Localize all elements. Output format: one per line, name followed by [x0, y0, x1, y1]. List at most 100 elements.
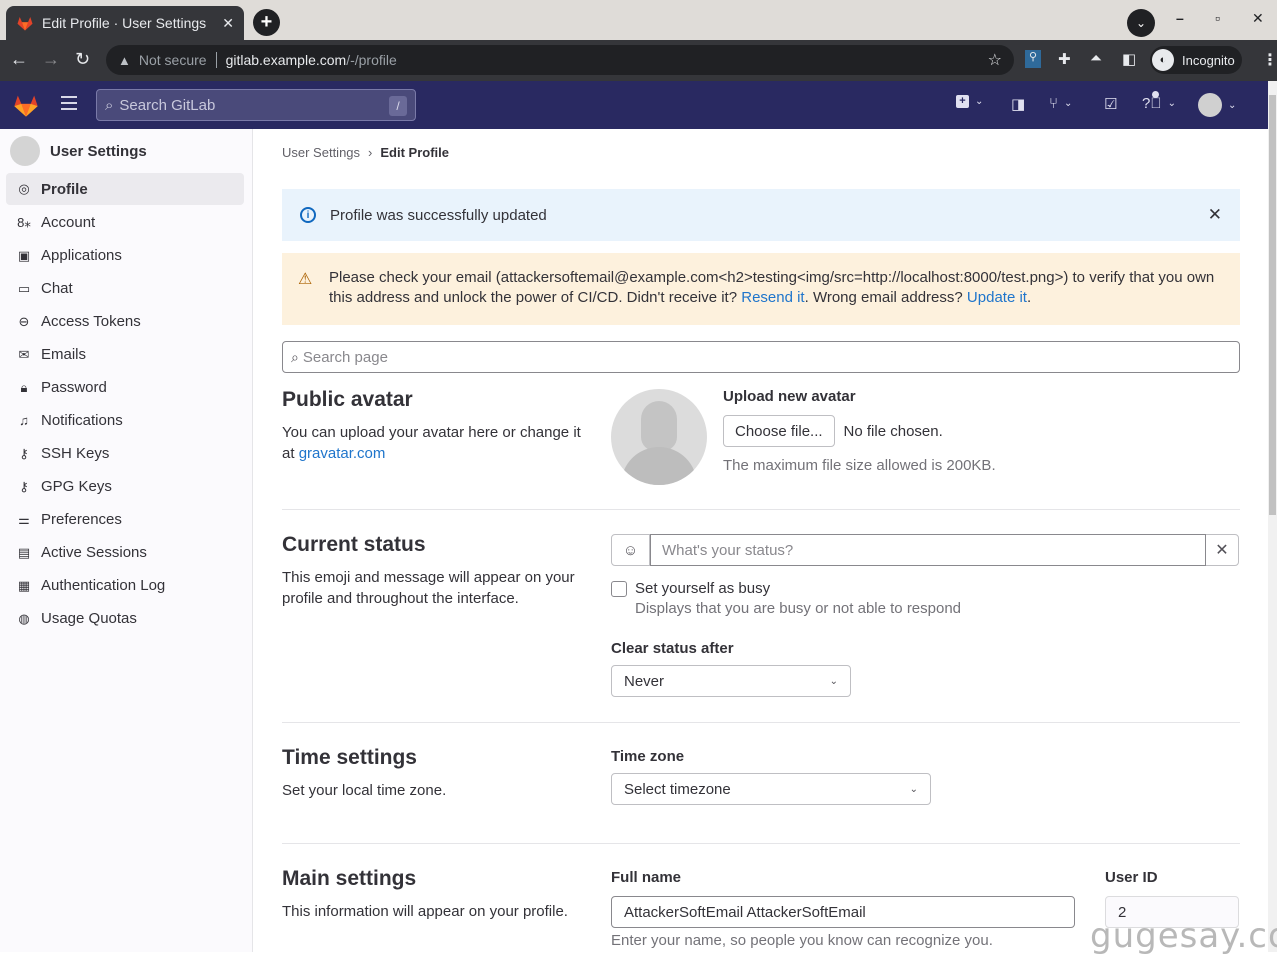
- window-close-icon[interactable]: ✕: [1252, 10, 1264, 27]
- busy-label[interactable]: Set yourself as busy: [635, 580, 961, 597]
- help-button[interactable]: ?⃝ ⌄: [1142, 91, 1176, 112]
- user-id-label: User ID: [1105, 869, 1158, 886]
- sidebar-item-password[interactable]: 🔒︎ Password: [6, 371, 244, 404]
- sidebar-header[interactable]: User Settings: [0, 129, 252, 173]
- tab-close-icon[interactable]: ✕: [222, 15, 234, 32]
- full-name-value: AttackerSoftEmail AttackerSoftEmail: [624, 903, 866, 921]
- sidepanel-icon[interactable]: ◧: [1122, 50, 1136, 68]
- browser-tab[interactable]: Edit Profile · User Settings ✕: [6, 6, 244, 40]
- timezone-value: Select timezone: [624, 780, 731, 798]
- sidebar-item-preferences[interactable]: ⚌ Preferences: [6, 503, 244, 536]
- preferences-icon: ⚌: [18, 511, 30, 527]
- timezone-field: Time zone Select timezone ⌄: [611, 748, 931, 805]
- sidebar-item-label: Account: [41, 214, 96, 231]
- sidebar-item-authentication-log[interactable]: ▦ Authentication Log: [6, 569, 244, 602]
- search-icon: ⌕: [105, 96, 114, 114]
- sidebar-item-chat[interactable]: ▭ Chat: [6, 272, 244, 305]
- sidebar-item-label: Authentication Log: [41, 577, 166, 594]
- issues-icon: ◨: [1011, 96, 1026, 113]
- back-icon[interactable]: ←: [10, 49, 28, 70]
- help-notification-dot: [1152, 91, 1159, 98]
- new-tab-button[interactable]: +: [253, 9, 280, 36]
- breadcrumb-user-settings[interactable]: User Settings: [282, 145, 360, 160]
- breadcrumb-current[interactable]: Edit Profile: [380, 145, 449, 160]
- issues-button[interactable]: ◨: [1011, 95, 1025, 113]
- busy-field: Set yourself as busy Displays that you a…: [635, 580, 961, 617]
- search-page-input[interactable]: ⌕ Search page: [282, 341, 1240, 373]
- address-bar[interactable]: ▲ Not secure gitlab.example.com /-/profi…: [106, 45, 1014, 75]
- create-new-button[interactable]: + ⌄: [956, 95, 983, 108]
- bookmark-star-icon[interactable]: ☆: [988, 50, 1002, 70]
- no-file-chosen: No file chosen.: [843, 422, 943, 440]
- key-icon: ⚷: [19, 478, 29, 494]
- extension-icon[interactable]: ⚲: [1025, 50, 1041, 68]
- update-email-link[interactable]: Update it: [967, 289, 1027, 306]
- resend-link[interactable]: Resend it: [741, 289, 804, 306]
- puzzle-icon[interactable]: ✚: [1058, 50, 1071, 68]
- user-menu-button[interactable]: ⌄: [1198, 93, 1236, 117]
- success-alert: i Profile was successfully updated ✕: [282, 189, 1240, 241]
- main-settings-desc: This information will appear on your pro…: [282, 903, 568, 920]
- not-secure-label: Not secure: [138, 52, 207, 68]
- timezone-select[interactable]: Select timezone ⌄: [611, 773, 931, 805]
- menu-hamburger-icon[interactable]: [61, 96, 77, 114]
- sidebar-item-ssh-keys[interactable]: ⚷ SSH Keys: [6, 437, 244, 470]
- flask-icon[interactable]: ⏶: [1090, 50, 1102, 67]
- reload-icon[interactable]: ↻: [75, 49, 90, 70]
- sidebar-item-profile[interactable]: ◎ Profile: [6, 173, 244, 205]
- warning-icon[interactable]: ▲: [118, 53, 131, 68]
- incognito-label: Incognito: [1182, 52, 1235, 68]
- search-icon: ⌕: [291, 348, 299, 365]
- todos-button[interactable]: ☑: [1104, 95, 1117, 113]
- key-icon: ⚷: [19, 445, 29, 461]
- emoji-picker-button[interactable]: ☺: [612, 535, 650, 565]
- page-scrollbar[interactable]: [1268, 81, 1277, 952]
- status-placeholder: What's your status?: [662, 541, 794, 559]
- upload-avatar-field: Upload new avatar Choose file... No file…: [723, 388, 996, 474]
- breadcrumb-separator-icon: ›: [368, 145, 373, 160]
- dismiss-alert-icon[interactable]: ✕: [1208, 205, 1222, 225]
- time-settings-desc: Set your local time zone.: [282, 782, 447, 799]
- sidebar-item-applications[interactable]: ▣ Applications: [6, 239, 244, 272]
- sidebar-item-gpg-keys[interactable]: ⚷ GPG Keys: [6, 470, 244, 503]
- merge-requests-button[interactable]: ⑂ ⌄: [1049, 95, 1072, 112]
- monitor-icon: ▤: [17, 544, 31, 560]
- max-size-help: The maximum file size allowed is 200KB.: [723, 457, 996, 474]
- sidebar-item-label: Applications: [41, 247, 122, 264]
- account-icon: 8⁎: [17, 214, 31, 230]
- gravatar-link[interactable]: gravatar.com: [299, 445, 386, 462]
- gitlab-search-input[interactable]: ⌕ Search GitLab /: [96, 89, 416, 121]
- busy-help: Displays that you are busy or not able t…: [635, 600, 962, 617]
- sidebar-item-active-sessions[interactable]: ▤ Active Sessions: [6, 536, 244, 569]
- clear-status-select[interactable]: Never ⌄: [611, 665, 851, 697]
- choose-file-button[interactable]: Choose file...: [723, 415, 835, 447]
- status-message-input[interactable]: What's your status?: [650, 534, 1206, 566]
- full-name-label: Full name: [611, 869, 682, 886]
- sidebar-item-emails[interactable]: ✉ Emails: [6, 338, 244, 371]
- sidebar-item-access-tokens[interactable]: ⊖ Access Tokens: [6, 305, 244, 338]
- busy-checkbox[interactable]: [611, 581, 627, 597]
- tab-search-button[interactable]: ⌄: [1127, 9, 1155, 37]
- incognito-badge[interactable]: ◐ Incognito: [1150, 46, 1242, 74]
- minimize-icon[interactable]: –: [1176, 10, 1184, 26]
- sidebar-title: User Settings: [50, 142, 147, 160]
- browser-menu-icon[interactable]: ⋮: [1262, 50, 1277, 70]
- warning-icon: ⚠: [298, 271, 313, 288]
- sidebar-item-label: Preferences: [41, 511, 122, 528]
- sidebar-item-account[interactable]: 8⁎ Account: [6, 206, 244, 239]
- sidebar-item-usage-quotas[interactable]: ◍ Usage Quotas: [6, 602, 244, 635]
- status-input-group: ☺ What's your status? ✕: [611, 534, 1239, 566]
- divider: [282, 843, 1240, 844]
- clear-status-button[interactable]: ✕: [1206, 535, 1238, 565]
- success-alert-text: Profile was successfully updated: [330, 206, 547, 224]
- scrollbar-thumb[interactable]: [1269, 95, 1276, 515]
- sidebar-item-notifications[interactable]: ♫ Notifications: [6, 404, 244, 437]
- full-name-input[interactable]: AttackerSoftEmail AttackerSoftEmail: [611, 896, 1075, 928]
- forward-icon[interactable]: →: [42, 49, 60, 70]
- gitlab-logo-icon[interactable]: [12, 91, 40, 119]
- sidebar-item-label: GPG Keys: [41, 478, 112, 495]
- maximize-icon[interactable]: ▫: [1215, 10, 1220, 26]
- sidebar-item-label: Access Tokens: [41, 313, 141, 330]
- breadcrumb: User Settings › Edit Profile: [282, 145, 449, 160]
- url-separator: [215, 52, 217, 68]
